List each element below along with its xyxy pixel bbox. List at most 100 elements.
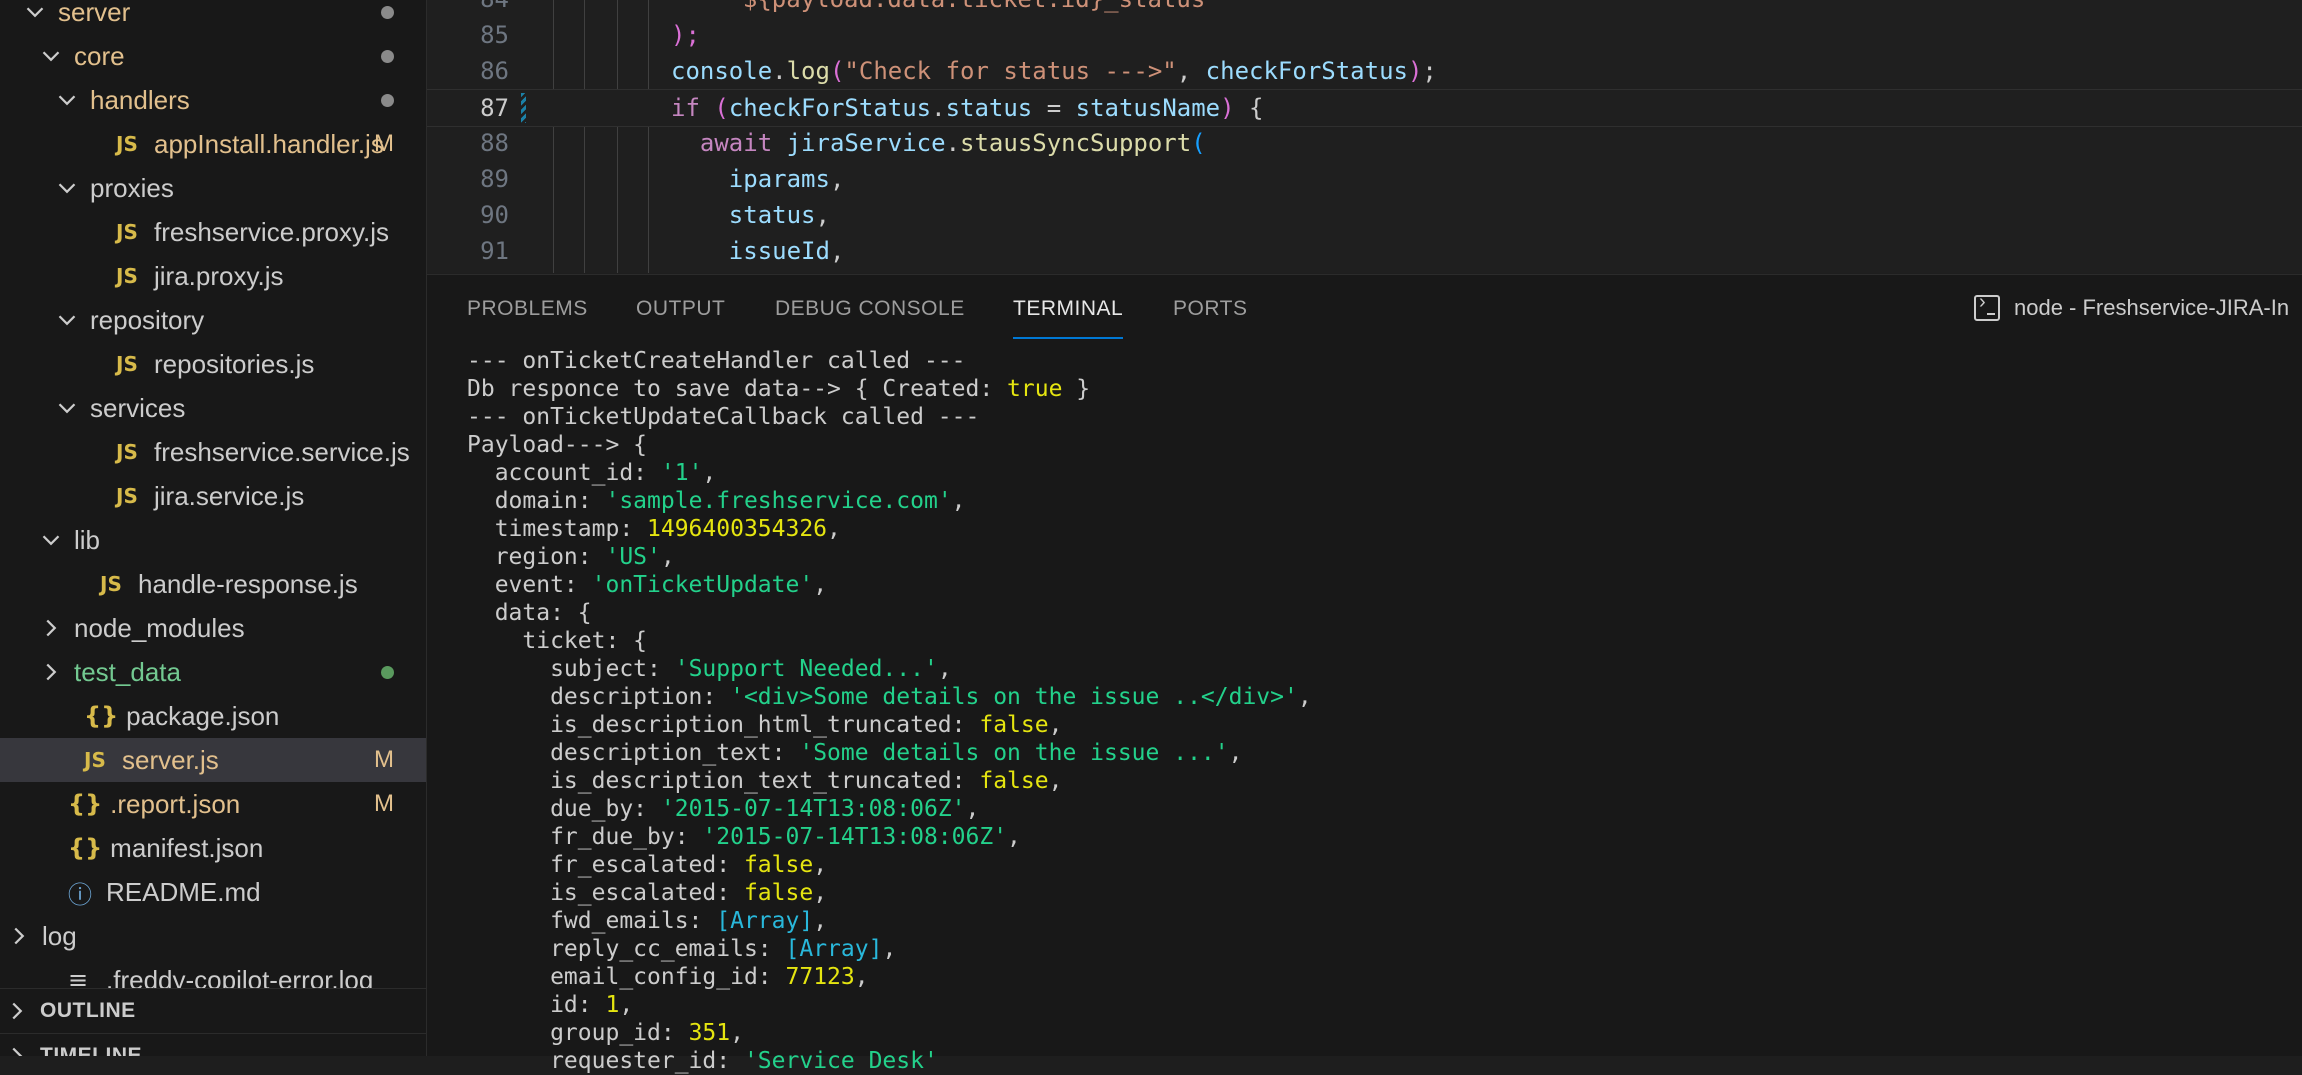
tree-item-readme-md[interactable]: ⓘ README.md <box>0 870 426 914</box>
tree-item-label: handle-response.js <box>138 568 358 599</box>
tree-item-label: manifest.json <box>110 832 264 863</box>
tree-item-lib[interactable]: lib <box>0 518 426 562</box>
line-number: 89 <box>480 165 509 193</box>
code-text: status, <box>728 201 830 229</box>
tree-item-jira-service-js[interactable]: JS jira.service.js <box>0 474 426 518</box>
line-number: 88 <box>480 129 509 157</box>
code-text: if (checkForStatus.status = statusName) … <box>671 94 1264 122</box>
code-line[interactable]: 88 await jiraService.stausSyncSupport( <box>427 125 2302 161</box>
tree-item-label: repository <box>90 304 205 335</box>
chevron-right-icon <box>38 659 64 685</box>
code-line[interactable]: 87 if (checkForStatus.status = statusName… <box>427 89 2302 127</box>
git-changes-dot <box>381 78 394 122</box>
dirty-diff-marker[interactable] <box>521 93 526 123</box>
code-line[interactable]: 86 console.log("Check for status --->", c… <box>427 53 2302 89</box>
tree-item-label: server.js <box>122 744 219 775</box>
terminal-line: is_description_html_truncated: false, <box>467 712 1063 738</box>
tree-item-jira-proxy-js[interactable]: JS jira.proxy.js <box>0 254 426 298</box>
tree-item-report-json[interactable]: {} .report.json M <box>0 782 426 826</box>
outline-section-header[interactable]: OUTLINE <box>0 988 426 1033</box>
code-text: await jiraService.stausSyncSupport( <box>699 129 1206 157</box>
tree-item-label: README.md <box>106 876 261 907</box>
tree-item-label: proxies <box>90 172 174 203</box>
tree-item-label: repositories.js <box>154 348 315 379</box>
chevron-down-icon <box>38 527 64 553</box>
tree-item-freshservice-service-js[interactable]: JS freshservice.service.js <box>0 430 426 474</box>
tree-item-server[interactable]: server <box>0 0 426 34</box>
chevron-right-icon <box>6 923 32 949</box>
code-text: console.log("Check for status --->", che… <box>671 57 1437 85</box>
tree-item-label: node_modules <box>74 612 245 643</box>
code-line[interactable]: 90 status, <box>427 197 2302 233</box>
tree-item-core[interactable]: core <box>0 34 426 78</box>
terminal-line: reply_cc_emails: [Array], <box>467 936 897 962</box>
js-file-icon: JS <box>116 440 138 464</box>
tree-item-proxies[interactable]: proxies <box>0 166 426 210</box>
tree-item-repositories-js[interactable]: JS repositories.js <box>0 342 426 386</box>
js-file-icon: JS <box>116 352 138 376</box>
terminal-line: fwd_emails: [Array], <box>467 908 828 934</box>
timeline-section-header[interactable]: TIMELINE <box>0 1033 426 1056</box>
tree-item-services[interactable]: services <box>0 386 426 430</box>
code-editor[interactable]: 84 ${payload.data.ticket.id}_status85);8… <box>427 0 2302 273</box>
tree-item-label: handlers <box>90 84 190 115</box>
chevron-down-icon <box>54 87 80 113</box>
code-line[interactable]: 89 iparams, <box>427 161 2302 197</box>
terminal-line: timestamp: 1496400354326, <box>467 516 841 542</box>
terminal-line: fr_escalated: false, <box>467 852 828 878</box>
tree-item-freshservice-proxy-js[interactable]: JS freshservice.proxy.js <box>0 210 426 254</box>
tree-item-repository[interactable]: repository <box>0 298 426 342</box>
explorer-sidebar: server core handlers JS appInstall.handler.j… <box>0 0 427 1056</box>
tree-item-package-json[interactable]: {} package.json <box>0 694 426 738</box>
code-line[interactable]: 85); <box>427 17 2302 53</box>
info-file-icon: ⓘ <box>68 880 92 909</box>
js-file-icon: JS <box>116 220 138 244</box>
terminal-instance-selector[interactable]: node - Freshservice-JIRA-In <box>1974 291 2290 321</box>
tree-item-node-modules[interactable]: node_modules <box>0 606 426 650</box>
tree-item-log[interactable]: log <box>0 914 426 958</box>
file-tree: server core handlers JS appInstall.handler.j… <box>0 0 426 1002</box>
tree-item-handlers[interactable]: handlers <box>0 78 426 122</box>
terminal-line: fr_due_by: '2015-07-14T13:08:06Z', <box>467 824 1021 850</box>
line-number: 86 <box>480 57 509 85</box>
json-file-icon: {} <box>68 834 103 862</box>
git-modified-badge: M <box>374 746 394 773</box>
tree-item-test-data[interactable]: test_data <box>0 650 426 694</box>
tree-item-handle-response-js[interactable]: JS handle-response.js <box>0 562 426 606</box>
terminal-line: domain: 'sample.freshservice.com', <box>467 488 966 514</box>
bottom-panel: PROBLEMS OUTPUT DEBUG CONSOLE TERMINAL P… <box>427 274 2302 1074</box>
terminal-line: email_config_id: 77123, <box>467 964 869 990</box>
line-number: 87 <box>480 94 509 122</box>
tree-item-appinstall-handler-js[interactable]: JS appInstall.handler.js M <box>0 122 426 166</box>
terminal-line: subject: 'Support Needed...', <box>467 656 952 682</box>
code-text: ${payload.data.ticket.id}_status <box>714 0 1205 13</box>
chevron-right-icon <box>4 1043 30 1056</box>
tab-terminal[interactable]: TERMINAL <box>1013 297 1124 339</box>
tab-ports[interactable]: PORTS <box>1173 297 1247 333</box>
js-file-icon: JS <box>116 264 138 288</box>
terminal-line: ticket: { <box>467 628 648 654</box>
tree-item-label: .report.json <box>110 788 241 819</box>
tab-problems[interactable]: PROBLEMS <box>467 297 588 333</box>
chevron-down-icon <box>54 175 80 201</box>
terminal-icon <box>1974 291 2000 321</box>
tree-item-manifest-json[interactable]: {} manifest.json <box>0 826 426 870</box>
terminal-output[interactable]: --- onTicketCreateHandler called --- Db r… <box>467 347 2302 1075</box>
js-file-icon: JS <box>116 132 138 156</box>
code-line[interactable]: 84 ${payload.data.ticket.id}_status <box>427 0 2302 17</box>
terminal-title: node - Freshservice-JIRA-In <box>2014 295 2290 320</box>
terminal-line: group_id: 351, <box>467 1020 744 1046</box>
json-file-icon: {} <box>84 702 119 730</box>
chevron-down-icon <box>54 395 80 421</box>
git-changes-dot <box>381 0 394 34</box>
line-number: 91 <box>480 237 509 265</box>
git-changes-dot <box>381 34 394 78</box>
js-file-icon: JS <box>116 484 138 508</box>
code-line[interactable]: 91 issueId, <box>427 233 2302 269</box>
tab-debug-console[interactable]: DEBUG CONSOLE <box>775 297 965 333</box>
tab-output[interactable]: OUTPUT <box>636 297 725 333</box>
git-untracked-dot <box>381 650 394 694</box>
terminal-line: data: { <box>467 600 592 626</box>
code-text: ); <box>671 21 700 49</box>
tree-item-server-js[interactable]: JS server.js M <box>0 738 426 782</box>
